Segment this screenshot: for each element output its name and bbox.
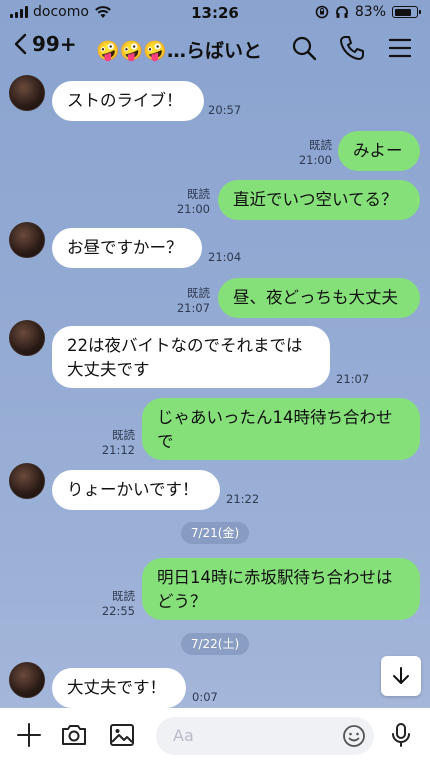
image-icon[interactable] xyxy=(107,720,137,750)
battery-fill xyxy=(394,8,412,16)
message-time: 21:00 xyxy=(298,153,332,167)
avatar[interactable] xyxy=(9,222,45,258)
message-input[interactable]: Aa xyxy=(156,717,374,755)
chat-title[interactable]: 🤪🤪🤪…らばいと xyxy=(96,36,272,63)
avatar[interactable] xyxy=(9,662,45,698)
message-time: 21:04 xyxy=(208,250,242,264)
message-input-bar: Aa xyxy=(0,708,430,765)
read-receipt: 既読 xyxy=(187,187,210,201)
emoji-icon[interactable] xyxy=(342,724,366,748)
menu-icon[interactable] xyxy=(386,34,414,62)
message-bubble-outgoing[interactable]: 直近でいつ空いてる？ xyxy=(218,180,420,220)
message-time: 21:12 xyxy=(101,443,135,457)
message-line: 明日14時に赤坂駅待ち合わせは xyxy=(157,568,393,587)
message-line: 22は夜バイトなのでそれまでは xyxy=(67,336,303,355)
message-time: 21:00 xyxy=(176,202,210,216)
message-line: どう？ xyxy=(157,592,207,611)
message-bubble-incoming[interactable]: 22は夜バイトなのでそれまでは 大丈夫です xyxy=(52,326,330,388)
chat-header: 99+ 🤪🤪🤪…らばいと xyxy=(0,28,430,72)
message-bubble-outgoing[interactable]: みよー xyxy=(338,131,420,171)
read-receipt: 既読 xyxy=(309,138,332,152)
rotation-lock-icon xyxy=(315,5,329,19)
message-time: 21:07 xyxy=(176,301,210,315)
message-bubble-incoming[interactable]: りょーかいです！ xyxy=(52,470,220,510)
arrow-down-icon xyxy=(393,667,409,684)
message-time: 0:07 xyxy=(192,690,218,704)
message-bubble-incoming[interactable]: 大丈夫です！ xyxy=(52,668,186,708)
read-receipt: 既読 xyxy=(112,428,135,442)
message-bubble-incoming[interactable]: お昼ですかー？ xyxy=(52,228,202,268)
message-line: で xyxy=(157,432,174,451)
read-receipt: 既読 xyxy=(112,589,135,603)
battery-percent: 83% xyxy=(354,4,386,20)
plus-icon[interactable] xyxy=(14,720,44,750)
unread-count: 99+ xyxy=(32,32,77,56)
read-receipt: 既読 xyxy=(187,286,210,300)
message-time: 21:07 xyxy=(336,372,370,386)
message-bubble-outgoing[interactable]: じゃあいったん14時待ち合わせ で xyxy=(142,398,420,460)
date-separator: 7/22(土) xyxy=(181,633,249,655)
camera-icon[interactable] xyxy=(59,720,89,750)
message-line: じゃあいったん14時待ち合わせ xyxy=(157,408,393,427)
message-bubble-outgoing[interactable]: 明日14時に赤坂駅待ち合わせは どう？ xyxy=(142,558,420,620)
search-icon[interactable] xyxy=(290,34,318,62)
chevron-left-icon xyxy=(14,33,27,55)
headphones-icon xyxy=(335,6,348,18)
avatar[interactable] xyxy=(9,463,45,499)
battery-icon xyxy=(392,6,421,18)
message-time: 21:22 xyxy=(226,492,260,506)
avatar[interactable] xyxy=(9,320,45,356)
back-button[interactable]: 99+ xyxy=(12,32,77,56)
input-placeholder: Aa xyxy=(173,726,194,745)
phone-icon[interactable] xyxy=(338,34,366,62)
status-right: 83% xyxy=(315,4,421,20)
avatar[interactable] xyxy=(9,75,45,111)
microphone-icon[interactable] xyxy=(386,720,416,750)
message-time: 22:55 xyxy=(101,604,135,618)
message-bubble-incoming[interactable]: ストのライブ！ xyxy=(52,81,204,121)
scroll-to-bottom-button[interactable] xyxy=(381,656,421,696)
status-bar: docomo 13:26 83% xyxy=(0,0,430,26)
date-separator: 7/21(金) xyxy=(181,522,249,544)
message-time: 20:57 xyxy=(208,103,242,117)
message-bubble-outgoing[interactable]: 昼、夜どっちも大丈夫 xyxy=(218,278,420,318)
message-line: 大丈夫です xyxy=(67,360,150,379)
